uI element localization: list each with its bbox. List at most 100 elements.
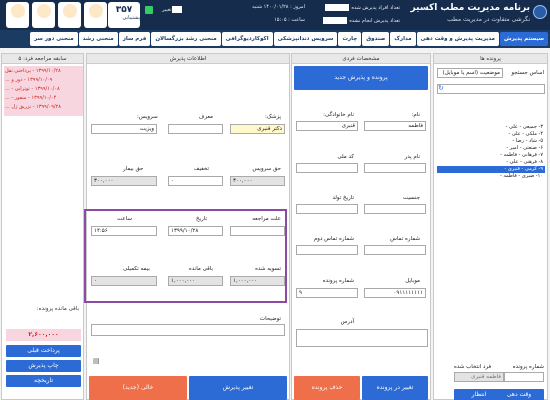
history-panel: سابقه مراجعه فرد: ۵ ۱۳۹۹/۱۰/۲۸ - پرداختی… [1, 53, 84, 400]
patients-panel: پرونده ها اساس جستجو موضعیت (اسم یا موبا… [433, 53, 548, 400]
current-time: ساعت : ۱۵:۰۵ [274, 17, 305, 23]
change-reception-button[interactable]: تغییر پذیرش [189, 376, 287, 400]
service-label: سرویس: [137, 114, 158, 120]
service-select[interactable]: ویزیت [91, 124, 157, 134]
tab-10[interactable]: منحنی دور سر [30, 32, 78, 46]
tab-0[interactable]: سیستم پذیرش [499, 32, 548, 46]
search-label: اساس جستجو [511, 70, 544, 76]
first-name-label: نام: [411, 112, 420, 118]
father-name-field[interactable] [364, 163, 426, 173]
waiting-count: تعداد پذیرش انجام نشده [323, 17, 400, 24]
birth-date-field[interactable] [296, 204, 358, 214]
referrer-label: معرف [198, 114, 213, 120]
phone-label: شماره تماس [390, 236, 420, 242]
tab-8[interactable]: فرم ساز [118, 32, 151, 46]
reception-count: تعداد افراد پذیرش شده [325, 4, 400, 11]
tab-5[interactable]: سرویس دندانپزشکی [273, 32, 338, 46]
address-label: آدرس [340, 319, 354, 325]
file-label: شماره پرونده [322, 278, 354, 284]
secretary-icon[interactable] [32, 2, 55, 28]
service-fee-field: ۳۰۰,۰۰۰ [230, 176, 285, 186]
tab-7[interactable]: منحنی رشد بزرگسالان [151, 32, 221, 46]
refresh-icon[interactable]: ↻ [438, 84, 444, 92]
delete-file-button[interactable]: حذف پرونده [294, 376, 360, 400]
file-remain-value: ۲,۶۰۰,۰۰۰ [6, 329, 81, 341]
last-name-label: نام خانوادگی: [323, 112, 354, 118]
file-field[interactable]: ۹ [296, 288, 358, 298]
reception-title: اطلاعات پذیرش [87, 54, 289, 64]
print-reception-button[interactable]: چاپ پذیرش [6, 360, 81, 372]
tab-9[interactable]: منحنی رشد [78, 32, 118, 46]
doctor-select[interactable]: دکتر قنبری [230, 124, 285, 134]
patient-tree-item[interactable]: ۳- جمیعی - علی - [437, 124, 545, 131]
national-code-field[interactable] [296, 163, 358, 173]
support-counter[interactable]: ۳۵۷ پشتیبانی [108, 2, 140, 28]
waiting-button[interactable]: انتظار [454, 389, 504, 400]
birth-date-label: تاریخ تولد [332, 195, 354, 201]
patients-title: پرونده ها [434, 54, 547, 64]
tab-3[interactable]: صندوق [362, 32, 390, 46]
history-item[interactable]: ۱۳۹۹/۱۰/۰۸ - توتراپی - ... [5, 86, 60, 92]
app-subtitle: نگرشی متفاوت در مدیریت مطب [447, 16, 530, 23]
tab-4[interactable]: چارت [338, 32, 362, 46]
notes-label: توضیحات [259, 316, 281, 322]
app-title: برنامه مدیریت مطب اکسیر [410, 3, 530, 13]
selected-person-field: فاطمه قنبری [454, 372, 504, 382]
personal-info-panel: مشخصات فردی پرونده و پذیرش جدید نام: فاط… [291, 53, 431, 400]
selected-person-label: فرد انتخاب شده [454, 364, 492, 370]
discount-field[interactable]: ۰ [168, 176, 223, 186]
first-name-field[interactable]: فاطمه [364, 121, 426, 131]
gender-select[interactable] [364, 204, 426, 214]
last-name-field[interactable]: قنبری [296, 121, 358, 131]
history-item[interactable]: ۱۳۹۹/۱۰/۲۸ - پرداختی نقل [5, 68, 61, 74]
tab-1[interactable]: مدیریت پذیرش و وقت دهی [416, 32, 499, 46]
save-icon[interactable] [145, 6, 153, 14]
patient-tree-item[interactable]: ۷- فرهانی - فاطمه - [437, 152, 545, 159]
service-fee-label: حق سرویس [252, 166, 281, 172]
waiting-count-value [323, 17, 348, 24]
patient-tree-item[interactable]: ۵- شاد - رضا - [437, 138, 545, 145]
search-input[interactable] [437, 84, 545, 94]
patient-tree-item[interactable]: ۴- ملکی - علی - [437, 131, 545, 138]
today: امروز : ۱۴۰۰/۰۱/۲۸ شنبه [252, 4, 305, 10]
tab-2[interactable]: مدارک [390, 32, 416, 46]
phone2-field[interactable] [296, 245, 358, 255]
patient-tree-item[interactable]: ۱۰- صیری - فاطمه - [437, 173, 545, 180]
change-file-button[interactable]: تغییر در پرونده [362, 376, 428, 400]
phone-field[interactable] [364, 245, 426, 255]
mobile-label: موبایل [405, 278, 420, 284]
printer-icon[interactable]: ▤ [93, 357, 100, 365]
gender-label: جنسیت [402, 195, 420, 201]
address-field[interactable] [296, 329, 428, 347]
new-file-button[interactable]: پرونده و پذیرش جدید [294, 66, 428, 90]
users-icon[interactable] [6, 2, 29, 28]
doctor-icon[interactable] [58, 2, 81, 28]
personal-title: مشخصات فردی [292, 54, 430, 64]
father-name-label: نام پدر [404, 154, 420, 160]
search-by-select[interactable]: موضعیت (اسم یا موبایل) [437, 68, 503, 78]
change-date[interactable]: تغییر [162, 6, 184, 13]
mobile-field[interactable]: ۰۹۱۱۱۱۱۱۱۱ [364, 288, 426, 298]
phone2-label: شماره تماس دوم [313, 236, 354, 242]
history-item[interactable]: ۱۳۹۹/۱۰/۰۴ - منفور - ... [5, 95, 56, 101]
app-logo-icon [533, 5, 547, 19]
history-button[interactable]: تاریخچه [6, 375, 81, 387]
patient-tree-item[interactable]: ۶- صنعتی - امیر - [437, 145, 545, 152]
patient-tree: ۳- جمیعی - علی -۴- ملکی - علی -۵- شاد - … [437, 124, 545, 180]
patient-tree-item[interactable]: ۸- فرهنی - علی - [437, 159, 545, 166]
reception-count-value [325, 4, 350, 11]
notes-field[interactable] [91, 324, 285, 336]
history-title: سابقه مراجعه فرد: ۵ [2, 54, 83, 64]
doctor-label: پزشک: [265, 114, 281, 120]
empty-new-button[interactable]: خالی (جدید) [89, 376, 187, 400]
history-item[interactable]: ۱۳۹۹/۰۹/۲۸ - تزریق ژل ... [5, 104, 61, 110]
support-icon[interactable] [84, 2, 107, 28]
patient-tree-item[interactable]: ۹- کرمی - قنبری - [437, 166, 545, 173]
referrer-select[interactable] [168, 124, 223, 134]
discount-label: تخفیف [193, 166, 209, 172]
national-code-label: کد ملی [337, 154, 354, 160]
file-number-field[interactable] [504, 372, 544, 382]
pay-button[interactable]: پرداخت قبلی [6, 345, 81, 357]
tab-6[interactable]: اکوکاردیوگرافی [221, 32, 273, 46]
history-item[interactable]: ۱۳۹۹/۱۰/۰۹ - دور و ... [5, 77, 52, 83]
